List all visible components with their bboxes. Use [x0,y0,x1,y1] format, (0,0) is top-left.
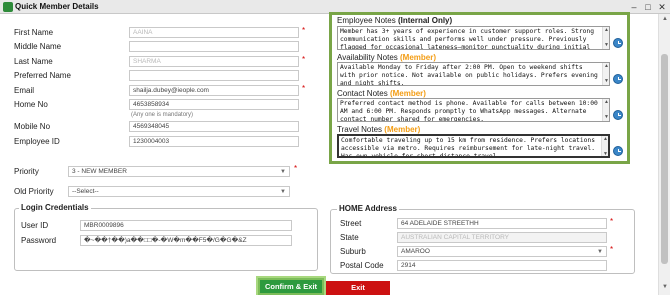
suburb-select[interactable]: AMAROO ▼ [397,246,607,257]
travel-notes-heading: Travel Notes (Member) [337,125,420,134]
required-mark: * [610,245,614,254]
last-name-input[interactable]: SHARMA [129,56,299,67]
history-clock-icon[interactable] [613,74,623,84]
chevron-down-icon: ▼ [280,189,286,195]
contact-notes-textarea[interactable]: Preferred contact method is phone. Avail… [337,98,610,122]
state-input[interactable]: AUSTRALIAN CAPITAL TERRITORY [397,232,607,243]
postal-code-label: Postal Code [340,261,384,270]
employee-notes-heading: Employee Notes (Internal Only) [337,16,452,25]
contact-notes-label: Contact Notes [337,89,388,98]
home-address-title: HOME Address [337,204,399,213]
priority-label: Priority [14,167,39,176]
suburb-value: AMAROO [401,248,430,255]
password-label: Password [21,236,57,245]
maximize-icon[interactable]: □ [642,1,654,13]
street-input[interactable]: 64 ADELAIDE STREETHH [397,218,607,229]
priority-select[interactable]: 3 - NEW MEMBER ▼ [68,166,290,177]
scroll-down-icon[interactable]: ▼ [662,284,668,290]
required-mark: * [294,164,298,173]
textarea-scrollbar[interactable]: ▲ ▼ [601,136,608,156]
history-clock-icon[interactable] [613,110,623,120]
travel-notes-label: Travel Notes [337,125,383,134]
login-credentials-title: Login Credentials [19,203,91,212]
required-mark: * [610,217,614,226]
textarea-scrollbar[interactable]: ▲ ▼ [602,99,609,121]
close-icon[interactable]: ✕ [656,1,668,13]
state-label: State [340,233,359,242]
chevron-down-icon: ▼ [280,169,286,175]
travel-notes-textarea[interactable]: Comfortable traveling up to 15 km from r… [337,134,610,158]
suburb-label: Suburb [340,247,366,256]
employee-notes-label: Employee Notes [337,16,396,25]
old-priority-select[interactable]: --Select-- ▼ [68,186,290,197]
employee-notes-suffix: (Internal Only) [397,16,453,25]
first-name-input[interactable]: AAINA [129,27,299,38]
user-id-label: User ID [21,221,49,230]
history-clock-icon[interactable] [613,146,623,156]
contact-notes-heading: Contact Notes (Member) [337,89,426,98]
last-name-label: Last Name [14,57,53,66]
app-icon [3,2,13,12]
home-no-input[interactable]: 4653858934 [129,99,299,110]
availability-notes-suffix: (Member) [400,53,437,62]
preferred-name-input[interactable] [129,70,299,81]
contact-notes-suffix: (Member) [389,89,426,98]
middle-name-input[interactable] [129,41,299,52]
mobile-no-label: Mobile No [14,122,51,131]
window-title: Quick Member Details [15,2,99,11]
employee-notes-textarea[interactable]: Member has 3+ years of experience in cus… [337,26,610,50]
home-no-label: Home No [14,100,48,109]
first-name-label: First Name [14,28,54,37]
employee-id-label: Employee ID [14,137,60,146]
employee-id-input[interactable]: 1230004003 [129,136,299,147]
required-mark: * [302,26,306,35]
old-priority-label: Old Priority [14,187,54,196]
notes-panel: Employee Notes (Internal Only) Member ha… [329,12,630,164]
mobile-no-input[interactable]: 4569348045 [129,121,299,132]
email-label: Email [14,86,35,95]
contact-notes-text: Preferred contact method is phone. Avail… [340,100,598,122]
employee-notes-text: Member has 3+ years of experience in cus… [340,28,595,50]
availability-notes-label: Availability Notes [337,53,398,62]
textarea-scrollbar[interactable]: ▲ ▼ [602,27,609,49]
user-id-input[interactable]: MBR0009896 [80,220,292,231]
history-clock-icon[interactable] [613,38,623,48]
priority-value: 3 - NEW MEMBER [72,168,127,175]
scroll-up-icon[interactable]: ▲ [662,16,668,22]
confirm-exit-button[interactable]: Confirm & Exit [258,278,324,295]
phone-hint: (Any one is mandatory) [131,112,194,118]
required-mark: * [302,55,306,64]
textarea-scrollbar[interactable]: ▲ ▼ [602,63,609,85]
required-mark: * [302,84,306,93]
availability-notes-heading: Availability Notes (Member) [337,53,436,62]
email-input[interactable]: shailja.dubey@ieople.com [129,85,299,96]
availability-notes-textarea[interactable]: Available Monday to Friday after 2:00 PM… [337,62,610,86]
page-scrollbar[interactable]: ▲ ▼ [658,14,670,295]
chevron-down-icon: ▼ [597,249,603,255]
scrollbar-thumb[interactable] [661,54,668,264]
password-input[interactable]: �~��†��)a��□□�-�W�m��F5�/G�G�&Z [80,235,292,246]
postal-code-input[interactable]: 2914 [397,260,607,271]
street-label: Street [340,219,362,228]
preferred-name-label: Preferred Name [14,71,71,80]
travel-notes-suffix: (Member) [384,125,421,134]
availability-notes-text: Available Monday to Friday after 2:00 PM… [340,64,598,86]
old-priority-value: --Select-- [72,188,99,195]
travel-notes-text: Comfortable traveling up to 15 km from r… [341,137,596,158]
exit-button[interactable]: Exit [326,281,390,295]
middle-name-label: Middle Name [14,42,62,51]
